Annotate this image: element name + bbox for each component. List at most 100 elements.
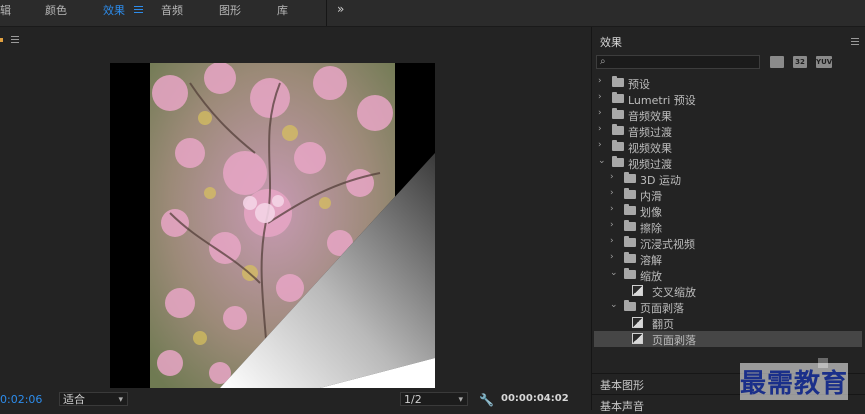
program-monitor: 0:02:06 适合 ▾ 1/2 ▾ 🔧 00:00:04:02 <box>0 27 590 410</box>
folder-item[interactable]: › 划像 <box>594 203 862 219</box>
folder-icon <box>624 172 636 183</box>
fit-dropdown-value: 适合 <box>63 393 85 406</box>
tree-item-label: Lumetri 预设 <box>628 94 696 107</box>
video-frame[interactable] <box>110 63 435 388</box>
tree-item-label: 划像 <box>640 206 662 219</box>
folder-item[interactable]: › Lumetri 预设 <box>594 91 862 107</box>
tree-item-label: 缩放 <box>640 270 662 283</box>
tab-graphics[interactable]: 图形 <box>219 0 241 26</box>
tab-effects[interactable]: 效果 <box>103 0 125 26</box>
chevron-right-icon[interactable]: › <box>610 220 614 230</box>
folder-item[interactable]: › 音频效果 <box>594 107 862 123</box>
folder-icon <box>612 140 624 151</box>
tree-item-label: 沉浸式视频 <box>640 238 695 251</box>
yuv-effects-icon[interactable]: YUV <box>816 56 832 68</box>
folder-item[interactable]: › 溶解 <box>594 251 862 267</box>
folder-item[interactable]: ⌄ 视频过渡 <box>594 155 862 171</box>
chevron-right-icon[interactable]: › <box>598 92 602 102</box>
chevron-right-icon[interactable]: › <box>598 124 602 134</box>
folder-item[interactable]: › 视频效果 <box>594 139 862 155</box>
chevron-down-icon[interactable]: ⌄ <box>598 156 606 166</box>
tree-item-label: 音频效果 <box>628 110 672 123</box>
effect-item[interactable]: 页面剥落 <box>594 331 862 347</box>
folder-icon <box>624 268 636 279</box>
chevron-right-icon[interactable]: › <box>610 236 614 246</box>
tree-item-label: 预设 <box>628 78 650 91</box>
chevron-down-icon[interactable]: ⌄ <box>610 268 618 278</box>
panel-menu-icon[interactable] <box>851 38 859 47</box>
chevron-down-icon: ▾ <box>118 395 123 405</box>
32bit-effects-icon[interactable]: 32 <box>793 56 807 68</box>
tree-item-label: 溶解 <box>640 254 662 267</box>
workspace-tab-bar: 辑 颜色 效果 音频 图形 库 » <box>0 0 865 27</box>
monitor-indicator-icon <box>0 38 3 42</box>
tree-item-label: 视频效果 <box>628 142 672 155</box>
chevron-right-icon[interactable]: › <box>598 76 602 86</box>
duration-timecode: 00:00:04:02 <box>501 393 569 404</box>
monitor-header <box>0 27 590 53</box>
tab-audio[interactable]: 音频 <box>161 0 183 26</box>
folder-icon <box>624 300 636 311</box>
chevron-right-icon[interactable]: › <box>610 172 614 182</box>
effects-panel: 效果 ⌕ 32 YUV › 预设 › Lumetri 预设 › 音频效果 › 音频过渡 › 视频效… <box>591 27 865 413</box>
resolution-dropdown-value: 1/2 <box>404 393 422 406</box>
chevron-right-icon[interactable]: › <box>610 204 614 214</box>
search-icon: ⌕ <box>600 56 606 67</box>
chevron-right-icon[interactable]: › <box>598 140 602 150</box>
folder-icon <box>624 236 636 247</box>
chevron-right-icon[interactable]: › <box>610 188 614 198</box>
current-timecode[interactable]: 0:02:06 <box>0 393 42 406</box>
tab-editing[interactable]: 辑 <box>0 0 11 26</box>
tree-item-label: 页面剥落 <box>640 302 684 315</box>
folder-item[interactable]: › 沉浸式视频 <box>594 235 862 251</box>
folder-icon <box>612 108 624 119</box>
watermark-logo: 最需教育 <box>740 363 849 400</box>
tree-item-label: 交叉缩放 <box>652 286 696 299</box>
chevron-right-icon[interactable]: › <box>598 108 602 118</box>
chevron-down-icon[interactable]: ⌄ <box>610 300 618 310</box>
resolution-dropdown[interactable]: 1/2 ▾ <box>400 392 468 406</box>
folder-icon <box>612 156 624 167</box>
accelerated-effects-icon[interactable] <box>770 56 784 68</box>
transition-effect-icon <box>632 285 643 296</box>
tab-effects-menu-icon[interactable] <box>134 4 143 18</box>
folder-item[interactable]: ⌄ 页面剥落 <box>594 299 862 315</box>
section-label: 基本图形 <box>600 379 644 392</box>
tree-item-label: 3D 运动 <box>640 174 681 187</box>
section-label: 基本声音 <box>600 400 644 413</box>
page-peel-curl <box>220 153 435 388</box>
transition-effect-icon <box>632 333 643 344</box>
tree-item-label: 视频过渡 <box>628 158 672 171</box>
folder-icon <box>612 92 624 103</box>
effect-item[interactable]: 交叉缩放 <box>594 283 862 299</box>
effects-search-input[interactable]: ⌕ <box>596 55 760 69</box>
folder-icon <box>612 124 624 135</box>
chevron-right-icon[interactable]: › <box>610 252 614 262</box>
folder-icon <box>624 188 636 199</box>
wrench-icon[interactable]: 🔧 <box>479 393 494 407</box>
monitor-footer: 0:02:06 适合 ▾ 1/2 ▾ 🔧 00:00:04:02 <box>0 389 590 410</box>
tree-item-label: 音频过渡 <box>628 126 672 139</box>
tree-item-label: 内滑 <box>640 190 662 203</box>
panel-title: 效果 <box>600 36 622 49</box>
effect-item[interactable]: 翻页 <box>594 315 862 331</box>
folder-item[interactable]: ⌄ 缩放 <box>594 267 862 283</box>
folder-icon <box>624 252 636 263</box>
monitor-menu-icon[interactable] <box>11 36 19 45</box>
tab-color[interactable]: 颜色 <box>45 0 67 26</box>
folder-icon <box>624 220 636 231</box>
tree-item-label: 翻页 <box>652 318 674 331</box>
tab-libraries[interactable]: 库 <box>277 0 288 26</box>
fit-dropdown[interactable]: 适合 ▾ <box>59 392 128 406</box>
folder-item[interactable]: › 擦除 <box>594 219 862 235</box>
transition-effect-icon <box>632 317 643 328</box>
tree-item-label: 擦除 <box>640 222 662 235</box>
tree-item-label: 页面剥落 <box>652 334 696 347</box>
folder-icon <box>612 76 624 87</box>
folder-item[interactable]: › 音频过渡 <box>594 123 862 139</box>
folder-item[interactable]: › 预设 <box>594 75 862 91</box>
folder-item[interactable]: › 内滑 <box>594 187 862 203</box>
more-workspaces-icon[interactable]: » <box>337 2 344 16</box>
folder-item[interactable]: › 3D 运动 <box>594 171 862 187</box>
chevron-down-icon: ▾ <box>458 395 463 405</box>
